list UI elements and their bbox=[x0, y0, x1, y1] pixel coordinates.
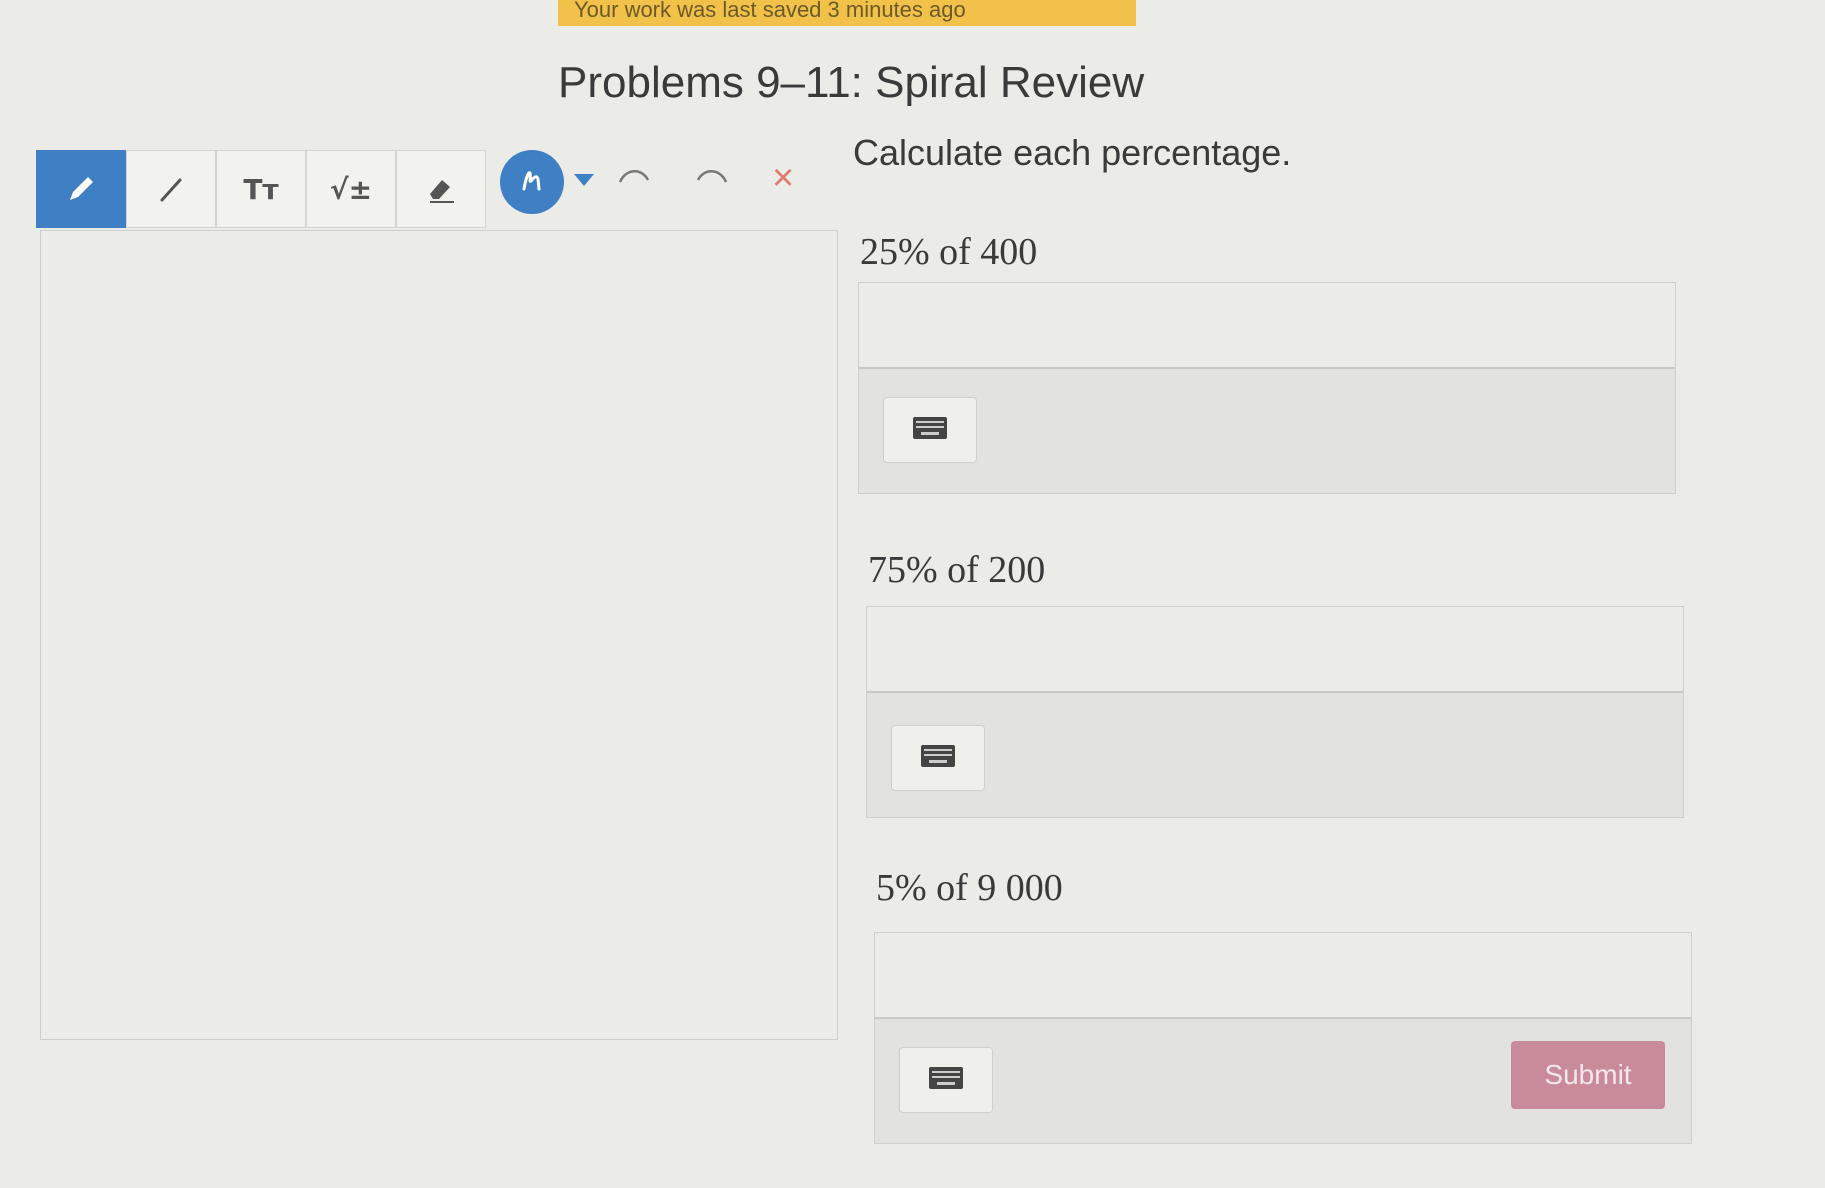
pencil-tool-button[interactable] bbox=[36, 150, 126, 228]
sketch-canvas[interactable] bbox=[40, 230, 838, 1040]
answer-input[interactable] bbox=[867, 607, 1683, 693]
line-icon bbox=[154, 172, 188, 206]
line-tool-button[interactable] bbox=[126, 150, 216, 228]
page-title: Problems 9–11: Spiral Review bbox=[558, 58, 1145, 107]
keyboard-button[interactable] bbox=[899, 1047, 993, 1113]
keyboard-button[interactable] bbox=[883, 397, 977, 463]
problem-prompt: 75% of 200 bbox=[868, 549, 1046, 591]
answer-block bbox=[858, 282, 1676, 494]
clear-button[interactable]: × bbox=[772, 158, 794, 198]
close-icon: × bbox=[772, 157, 795, 199]
problem-prompt: 5% of 9 000 bbox=[876, 867, 1063, 909]
instructions-text: Calculate each percentage. bbox=[853, 132, 1292, 173]
keyboard-icon bbox=[928, 1066, 964, 1095]
answer-block bbox=[866, 606, 1684, 818]
undo-icon bbox=[614, 170, 654, 192]
text-tool-label: Tт bbox=[243, 172, 279, 206]
answer-toolbar: Submit bbox=[875, 1019, 1691, 1143]
pencil-icon bbox=[64, 172, 98, 206]
answer-input[interactable] bbox=[859, 283, 1675, 369]
answer-block: Submit bbox=[874, 932, 1692, 1144]
undo-button[interactable] bbox=[614, 164, 654, 193]
redo-icon bbox=[692, 170, 732, 192]
math-tool-label: √± bbox=[329, 172, 373, 206]
eraser-icon bbox=[422, 172, 460, 206]
math-tool-button[interactable]: √± bbox=[306, 150, 396, 228]
redo-button[interactable] bbox=[692, 164, 732, 193]
keyboard-icon bbox=[912, 416, 948, 445]
pen-color-icon bbox=[517, 165, 547, 200]
keyboard-button[interactable] bbox=[891, 725, 985, 791]
problem-prompt: 25% of 400 bbox=[860, 231, 1038, 273]
text-tool-button[interactable]: Tт bbox=[216, 150, 306, 228]
color-dropdown-caret[interactable] bbox=[572, 172, 596, 193]
keyboard-icon bbox=[920, 744, 956, 773]
eraser-tool-button[interactable] bbox=[396, 150, 486, 228]
answer-toolbar bbox=[867, 693, 1683, 817]
submit-button[interactable]: Submit bbox=[1511, 1041, 1665, 1109]
answer-input[interactable] bbox=[875, 933, 1691, 1019]
save-status-banner: Your work was last saved 3 minutes ago bbox=[558, 0, 1136, 26]
answer-toolbar bbox=[859, 369, 1675, 493]
pen-color-button[interactable] bbox=[500, 150, 564, 214]
